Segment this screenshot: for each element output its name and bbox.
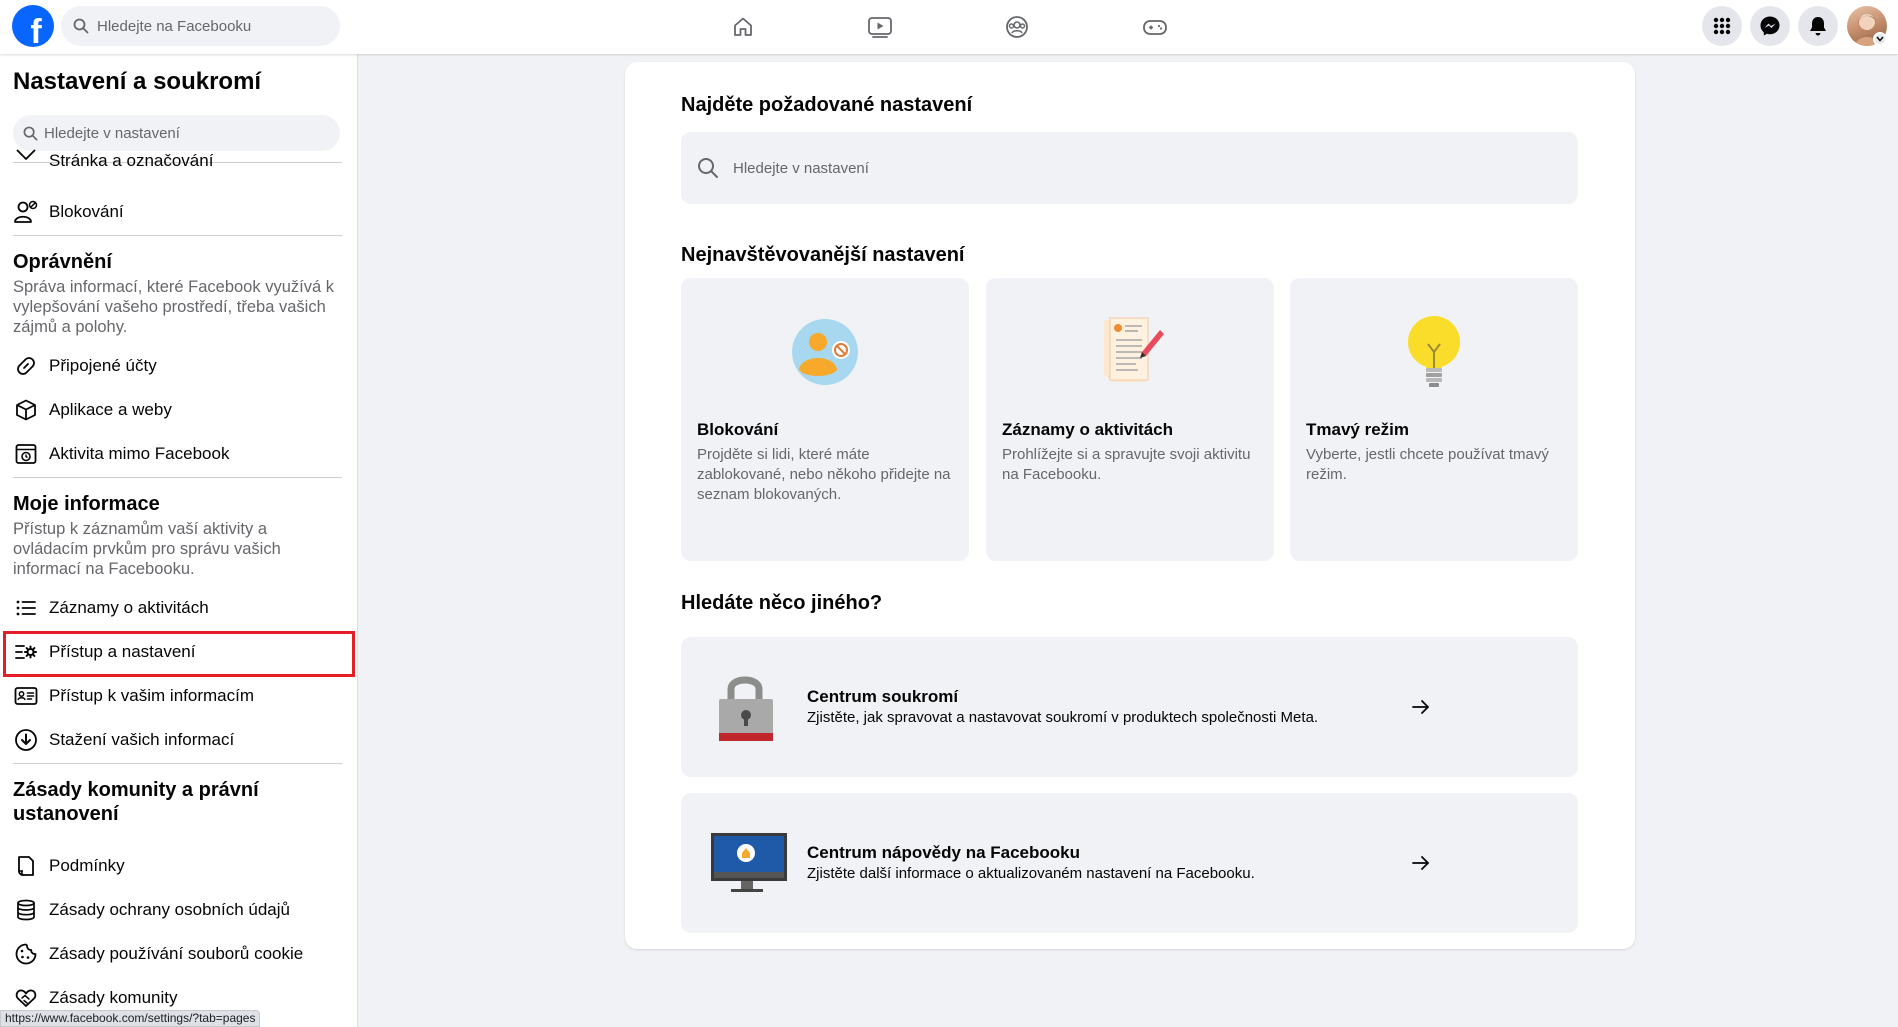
wide-card-desc: Zjistěte další informace o aktualizované… [807,865,1255,882]
section-desc-permissions: Správa informací, které Facebook využívá… [13,278,334,336]
document-icon [13,853,39,879]
wide-card-title: Centrum soukromí [807,687,959,706]
other-title: Hledáte něco jiného? [681,592,883,614]
main-settings-search[interactable] [681,132,1578,204]
sidebar-item-download-information[interactable]: Stažení vašich informací [0,718,356,762]
sidebar-item-label: Zásady používání souborů cookie [49,944,304,963]
blocking-illustration-icon [792,319,858,385]
divider [13,477,342,478]
sidebar-item-label: Aktivita mimo Facebook [49,444,230,463]
sidebar-item-label: Blokování [49,202,124,221]
sidebar-item-label: Stránka a označování [49,151,214,170]
privacy-center-link[interactable]: Centrum soukromí Zjistěte, jak spravovat… [681,637,1578,777]
wide-card-desc: Zjistěte, jak spravovat a nastavovat sou… [807,709,1319,726]
settings-sidebar: Nastavení a soukromí Stránka a označován… [0,54,358,1027]
facebook-logo-icon[interactable]: f [12,5,54,47]
settings-search-input[interactable] [44,124,324,142]
card-desc: Vyberte, jestli chcete používat tmavý re… [1306,446,1549,483]
arrow-right-icon [1412,700,1429,714]
monitor-illustration-icon [711,833,787,892]
download-icon [13,727,39,753]
most-visited-title: Nejnavštěvovanější nastavení [681,244,965,266]
search-icon [698,158,718,178]
sidebar-item-page-tagging[interactable]: Stránka a označování [0,146,356,176]
main-settings-search-input[interactable] [733,159,1533,177]
divider [13,763,342,764]
card-blocking[interactable]: Blokování Projděte si lidi, které máte z… [681,278,969,561]
card-title: Tmavý režim [1306,420,1409,439]
card-desc: Prohlížejte si a spravujte svoji aktivit… [1002,446,1251,483]
selection-highlight [3,631,355,677]
sidebar-item-apps-websites[interactable]: Aplikace a weby [0,388,356,432]
sidebar-item-terms[interactable]: Podmínky [0,844,356,888]
divider [13,235,342,236]
find-settings-title: Najděte požadované nastavení [681,94,973,116]
section-desc-my-info: Přístup k záznamům vaší aktivity a ovlád… [13,520,281,578]
facebook-search[interactable] [61,6,340,46]
sidebar-item-label: Stažení vašich informací [49,730,235,749]
sidebar-item-cookie-policy[interactable]: Zásady používání souborů cookie [0,932,356,976]
sidebar-item-activity-log[interactable]: Záznamy o aktivitách [0,586,356,630]
sidebar-item-off-facebook-activity[interactable]: Aktivita mimo Facebook [0,432,356,476]
video-icon[interactable] [863,10,897,44]
lightbulb-illustration-icon [1408,316,1460,387]
chevron-down-icon[interactable] [1873,32,1887,46]
notifications-icon[interactable] [1798,6,1838,46]
help-center-link[interactable]: Centrum nápovědy na Facebooku Zjistěte d… [681,793,1578,933]
sidebar-item-label: Zásady ochrany osobních údajů [49,900,290,919]
database-icon [13,897,39,923]
cookie-icon [13,941,39,967]
status-bar-url: https://www.facebook.com/settings/?tab=p… [0,1010,261,1027]
list-icon [13,595,39,621]
link-icon [13,353,39,379]
messenger-icon[interactable] [1750,6,1790,46]
sidebar-item-label: Zásady komunity [49,988,178,1007]
block-user-icon [13,199,39,225]
cube-icon [13,397,39,423]
sidebar-item-label: Připojené účty [49,356,157,375]
arrow-right-icon [1412,856,1429,870]
menu-grid-icon[interactable] [1702,6,1742,46]
wide-card-title: Centrum nápovědy na Facebooku [807,843,1080,862]
sidebar-item-label: Záznamy o aktivitách [49,598,209,617]
sidebar-title: Nastavení a soukromí [13,68,262,95]
sidebar-item-label: Podmínky [49,856,125,875]
activity-log-illustration-icon [1104,317,1164,382]
top-navigation-bar: f [0,0,1898,54]
card-desc: Projděte si lidi, které máte zablokované… [697,446,951,503]
search-icon [73,18,89,34]
tag-icon [13,148,39,174]
sidebar-item-blocking[interactable]: Blokování [0,190,356,234]
settings-main-panel: Najděte požadované nastavení Nejnavštěvo… [625,62,1635,949]
card-title: Blokování [697,420,779,439]
handshake-icon [13,985,39,1011]
facebook-search-input[interactable] [97,17,317,35]
sidebar-item-connected-accounts[interactable]: Připojené účty [0,344,356,388]
padlock-illustration-icon [719,676,773,741]
id-card-icon [13,683,39,709]
card-title: Záznamy o aktivitách [1002,420,1174,439]
card-activity-log[interactable]: Záznamy o aktivitách Prohlížejte si a sp… [986,278,1274,561]
home-icon[interactable] [726,10,760,44]
off-facebook-activity-icon [13,441,39,467]
sidebar-item-label: Aplikace a weby [49,400,172,419]
section-title-policies: Zásady komunity a právní ustanovení [13,779,259,825]
search-icon [23,126,38,140]
groups-icon[interactable] [1000,10,1034,44]
gaming-icon[interactable] [1138,10,1172,44]
sidebar-item-label: Přístup k vašim informacím [49,686,254,705]
section-title-my-info: Moje informace [13,493,160,515]
card-dark-mode[interactable]: Tmavý režim Vyberte, jestli chcete použí… [1290,278,1578,561]
sidebar-item-access-your-information[interactable]: Přístup k vašim informacím [0,674,356,718]
section-title-permissions: Oprávnění [13,251,112,273]
sidebar-item-privacy-policy[interactable]: Zásady ochrany osobních údajů [0,888,356,932]
